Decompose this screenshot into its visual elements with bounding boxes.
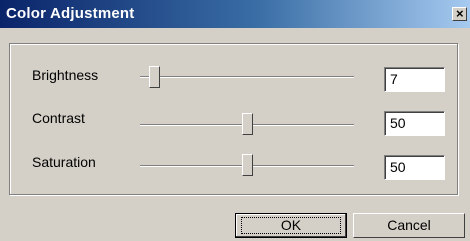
brightness-slider-thumb[interactable]: [149, 66, 160, 88]
contrast-label: Contrast: [32, 110, 85, 126]
color-adjustment-dialog: Color Adjustment × Brightness 7 Contrast…: [0, 0, 470, 241]
cancel-button[interactable]: Cancel: [353, 213, 465, 238]
contrast-slider-thumb[interactable]: [242, 113, 253, 135]
saturation-label: Saturation: [32, 154, 96, 170]
saturation-slider-thumb[interactable]: [242, 154, 253, 176]
brightness-slider-track[interactable]: [140, 76, 354, 78]
ok-button-label: OK: [280, 217, 302, 233]
title-bar: Color Adjustment ×: [0, 0, 470, 28]
close-icon: ×: [456, 6, 464, 21]
dialog-title: Color Adjustment: [6, 5, 135, 22]
brightness-value-field[interactable]: 7: [384, 67, 445, 92]
close-button[interactable]: ×: [452, 6, 467, 21]
saturation-value-field[interactable]: 50: [384, 155, 445, 180]
cancel-button-label: Cancel: [387, 217, 431, 233]
ok-button[interactable]: OK: [235, 213, 347, 238]
contrast-value-field[interactable]: 50: [384, 111, 445, 136]
brightness-label: Brightness: [32, 67, 99, 83]
